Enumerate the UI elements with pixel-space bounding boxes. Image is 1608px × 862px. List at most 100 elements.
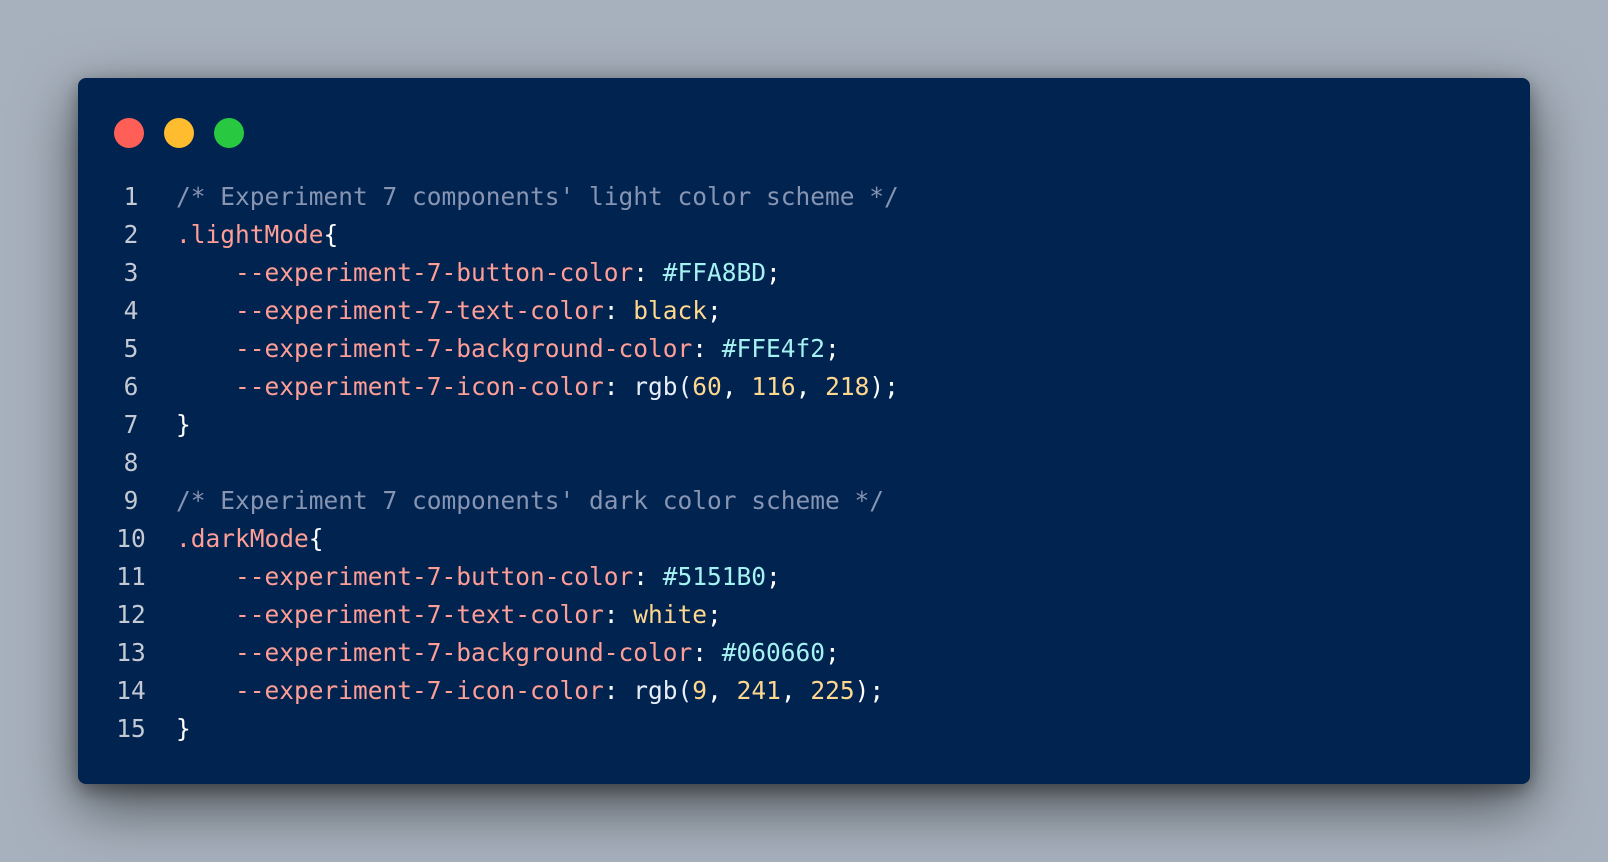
code-token-prop: --experiment-7-background-color bbox=[176, 638, 693, 667]
zoom-button[interactable] bbox=[214, 118, 244, 148]
line-content: --experiment-7-icon-color: rgb(60, 116, … bbox=[176, 368, 899, 406]
line-number: 10 bbox=[116, 524, 146, 553]
code-token-num: 9 bbox=[692, 676, 708, 705]
code-token-punct: ); bbox=[854, 676, 885, 705]
code-token-comment: /* Experiment 7 components' dark color s… bbox=[176, 486, 885, 515]
code-token-punct: : bbox=[603, 676, 634, 705]
code-token-punct: ; bbox=[707, 296, 722, 325]
code-token-keyword: black bbox=[633, 296, 708, 325]
code-token-selector: .lightMode bbox=[176, 220, 324, 249]
code-token-punct: ; bbox=[766, 562, 781, 591]
line-number: 1 bbox=[123, 182, 139, 211]
code-token-hex: #5151B0 bbox=[662, 562, 767, 591]
line-content: --experiment-7-text-color: white; bbox=[176, 596, 722, 634]
code-block: 1 /* Experiment 7 components' light color… bbox=[108, 178, 899, 748]
line-number: 6 bbox=[123, 372, 139, 401]
window-controls bbox=[114, 118, 244, 148]
line-number: 4 bbox=[123, 296, 139, 325]
line-content: --experiment-7-background-color: #060660… bbox=[176, 634, 840, 672]
code-token-func: rgb( bbox=[633, 372, 693, 401]
line-number: 14 bbox=[116, 676, 146, 705]
code-line: 11 --experiment-7-button-color: #5151B0; bbox=[108, 558, 899, 596]
code-line: 4 --experiment-7-text-color: black; bbox=[108, 292, 899, 330]
code-token-punct: : bbox=[633, 258, 663, 287]
code-token-punct: ; bbox=[825, 638, 840, 667]
code-token-punct: : bbox=[603, 372, 634, 401]
code-token-keyword: white bbox=[633, 600, 708, 629]
code-token-num: 225 bbox=[810, 676, 855, 705]
code-token-punct: : bbox=[692, 334, 722, 363]
close-button[interactable] bbox=[114, 118, 144, 148]
code-token-punct: } bbox=[176, 714, 191, 743]
code-line: 8 bbox=[108, 444, 899, 482]
line-number: 5 bbox=[123, 334, 139, 363]
code-token-prop: --experiment-7-icon-color bbox=[176, 676, 604, 705]
code-token-punct: { bbox=[308, 524, 324, 553]
code-token-hex: #060660 bbox=[721, 638, 826, 667]
minimize-button[interactable] bbox=[164, 118, 194, 148]
line-content: --experiment-7-icon-color: rgb(9, 241, 2… bbox=[176, 672, 884, 710]
code-line: 14 --experiment-7-icon-color: rgb(9, 241… bbox=[108, 672, 899, 710]
line-content: --experiment-7-button-color: #FFA8BD; bbox=[176, 254, 781, 292]
line-number: 13 bbox=[116, 638, 146, 667]
code-line: 3 --experiment-7-button-color: #FFA8BD; bbox=[108, 254, 899, 292]
code-token-punct: ; bbox=[825, 334, 840, 363]
code-token-punct: : bbox=[603, 600, 634, 629]
code-token-prop: --experiment-7-text-color bbox=[176, 600, 604, 629]
code-token-punct: } bbox=[176, 410, 191, 439]
code-token-prop: --experiment-7-icon-color bbox=[176, 372, 604, 401]
code-window: 1 /* Experiment 7 components' light color… bbox=[78, 78, 1530, 784]
code-token-punct: ; bbox=[766, 258, 781, 287]
line-number: 12 bbox=[116, 600, 146, 629]
code-token-punct: ); bbox=[869, 372, 899, 401]
code-line: 7} bbox=[108, 406, 899, 444]
code-token-num: 218 bbox=[825, 372, 870, 401]
code-line: 1 /* Experiment 7 components' light color… bbox=[108, 178, 899, 216]
code-token-punct: , bbox=[721, 372, 752, 401]
line-content: } bbox=[176, 406, 191, 444]
code-line: 9 /* Experiment 7 components' dark color … bbox=[108, 482, 899, 520]
code-line: 13 --experiment-7-background-color: #060… bbox=[108, 634, 899, 672]
code-token-func: rgb( bbox=[633, 676, 693, 705]
code-line: 12 --experiment-7-text-color: white; bbox=[108, 596, 899, 634]
code-token-prop: --experiment-7-text-color bbox=[176, 296, 604, 325]
code-token-comment: /* Experiment 7 components' light color … bbox=[176, 182, 899, 211]
line-content: .lightMode{ bbox=[176, 216, 338, 254]
code-line: 6 --experiment-7-icon-color: rgb(60, 116… bbox=[108, 368, 899, 406]
line-number: 15 bbox=[116, 714, 146, 743]
line-content: --experiment-7-text-color: black; bbox=[176, 292, 722, 330]
code-token-prop: --experiment-7-button-color bbox=[176, 562, 634, 591]
code-token-prop: --experiment-7-button-color bbox=[176, 258, 634, 287]
line-content: } bbox=[176, 710, 191, 748]
code-token-hex: #FFE4f2 bbox=[721, 334, 826, 363]
code-token-punct: : bbox=[633, 562, 663, 591]
code-token-selector: .darkMode bbox=[176, 524, 309, 553]
code-line: 10 .darkMode{ bbox=[108, 520, 899, 558]
line-number: 3 bbox=[123, 258, 139, 287]
line-content: /* Experiment 7 components' dark color s… bbox=[176, 482, 884, 520]
code-token-punct: , bbox=[795, 372, 826, 401]
code-token-punct: , bbox=[707, 676, 737, 705]
line-number: 8 bbox=[123, 448, 139, 477]
line-content: .darkMode{ bbox=[176, 520, 324, 558]
code-token-num: 241 bbox=[736, 676, 781, 705]
line-number: 2 bbox=[123, 220, 139, 249]
code-token-num: 60 bbox=[692, 372, 722, 401]
code-token-hex: #FFA8BD bbox=[662, 258, 767, 287]
code-line: 2 .lightMode{ bbox=[108, 216, 899, 254]
line-content: /* Experiment 7 components' light color … bbox=[176, 178, 899, 216]
code-line: 5 --experiment-7-background-color: #FFE4… bbox=[108, 330, 899, 368]
line-content: --experiment-7-button-color: #5151B0; bbox=[176, 558, 781, 596]
line-content: --experiment-7-background-color: #FFE4f2… bbox=[176, 330, 840, 368]
code-token-num: 116 bbox=[751, 372, 796, 401]
code-token-punct: { bbox=[323, 220, 339, 249]
line-number: 11 bbox=[116, 562, 146, 591]
line-number: 9 bbox=[123, 486, 139, 515]
code-line: 15} bbox=[108, 710, 899, 748]
line-number: 7 bbox=[123, 410, 139, 439]
code-token-punct: , bbox=[780, 676, 811, 705]
code-token-prop: --experiment-7-background-color bbox=[176, 334, 693, 363]
code-token-punct: : bbox=[692, 638, 722, 667]
code-token-punct: ; bbox=[707, 600, 722, 629]
code-token-punct: : bbox=[603, 296, 634, 325]
